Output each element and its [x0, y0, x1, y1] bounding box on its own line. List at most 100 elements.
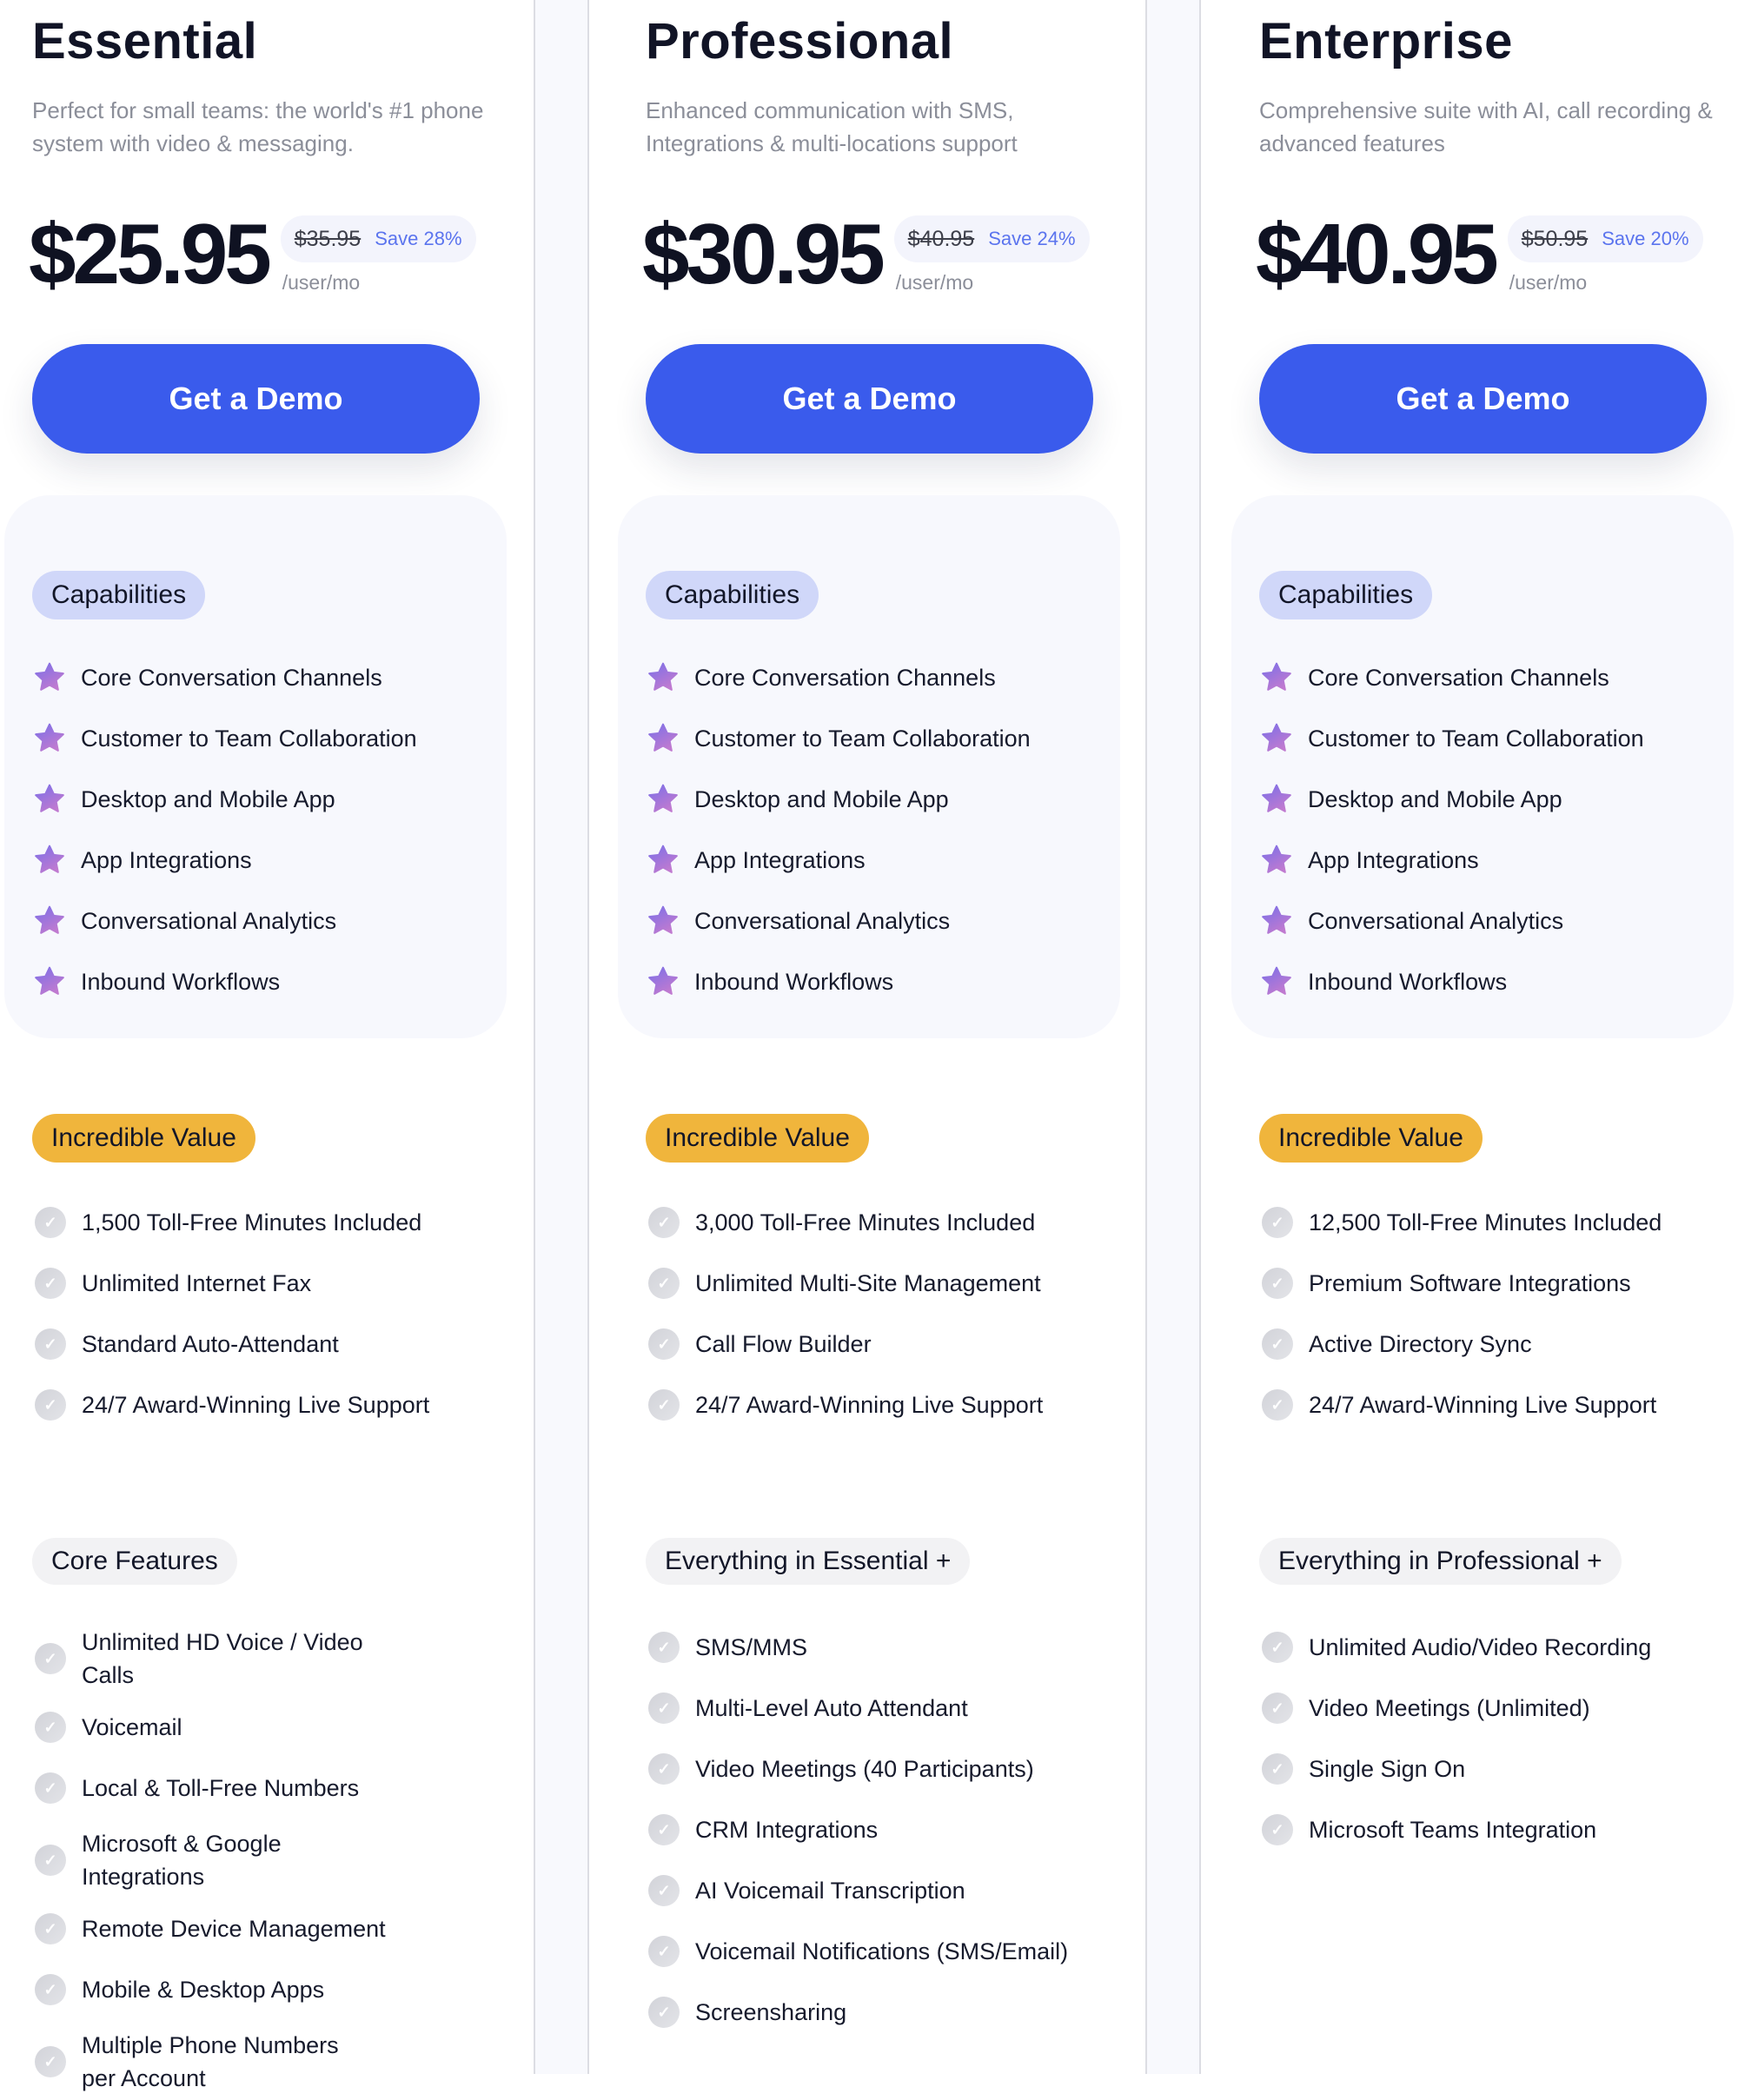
features-badge: Everything in Professional +	[1259, 1538, 1622, 1585]
column-divider	[534, 0, 589, 2074]
list-item-text: Multiple Phone Numbers per Account	[82, 2032, 339, 2091]
check-circle-icon: ✓	[35, 1389, 66, 1421]
star-icon	[1259, 843, 1294, 878]
list-item: Core Conversation Channels	[1259, 647, 1738, 708]
value-list: ✓ 1,500 Toll-Free Minutes Included ✓ Unlimi…	[32, 1192, 519, 1435]
plan-price: $30.95	[642, 206, 886, 301]
check-circle-icon: ✓	[35, 1328, 66, 1360]
check-circle-icon: ✓	[1262, 1389, 1293, 1421]
list-item: ✓ SMS/MMS	[646, 1617, 1132, 1678]
check-circle-icon: ✓	[35, 1643, 66, 1674]
check-circle-icon: ✓	[648, 1693, 680, 1724]
star-icon	[646, 721, 680, 756]
list-item: Core Conversation Channels	[32, 647, 519, 708]
check-circle-icon: ✓	[1262, 1693, 1293, 1724]
list-item-text: 1,500 Toll-Free Minutes Included	[82, 1209, 422, 1235]
star-icon	[646, 964, 680, 999]
list-item-text: CRM Integrations	[695, 1817, 879, 1843]
list-item-text: Conversational Analytics	[694, 908, 951, 934]
original-price: $50.95	[1521, 226, 1589, 251]
list-item-text: App Integrations	[694, 847, 866, 873]
list-item: ✓ Mobile & Desktop Apps	[32, 1959, 519, 2020]
list-item: ✓ 24/7 Award-Winning Live Support	[646, 1375, 1132, 1435]
list-item-text: Video Meetings (Unlimited)	[1309, 1695, 1590, 1721]
list-item: Desktop and Mobile App	[646, 769, 1132, 830]
list-item-text: Premium Software Integrations	[1309, 1270, 1631, 1296]
plan-price: $25.95	[29, 206, 272, 301]
check-circle-icon: ✓	[648, 1389, 680, 1421]
check-circle-icon: ✓	[35, 1913, 66, 1944]
list-item-text: Local & Toll-Free Numbers	[82, 1775, 360, 1801]
list-item-text: SMS/MMS	[695, 1634, 808, 1660]
plan-price: $40.95	[1256, 206, 1499, 301]
list-item-text: Desktop and Mobile App	[694, 786, 949, 812]
list-item-text: Video Meetings (40 Participants)	[695, 1756, 1034, 1782]
list-item: ✓ Voicemail	[32, 1697, 519, 1758]
check-circle-icon: ✓	[648, 1875, 680, 1906]
list-item: Customer to Team Collaboration	[32, 708, 519, 769]
star-icon	[32, 843, 67, 878]
plan-description: Enhanced communication with SMS, Integra…	[646, 97, 1018, 156]
check-circle-icon: ✓	[35, 1207, 66, 1238]
list-item: App Integrations	[646, 830, 1132, 891]
check-circle-icon: ✓	[648, 1814, 680, 1845]
star-icon	[32, 782, 67, 817]
list-item: ✓ Call Flow Builder	[646, 1314, 1132, 1375]
check-circle-icon: ✓	[648, 1268, 680, 1299]
check-circle-icon: ✓	[648, 1753, 680, 1785]
get-a-demo-button[interactable]: Get a Demo	[646, 344, 1093, 454]
list-item-text: Microsoft & Google Integrations	[82, 1831, 282, 1890]
list-item: ✓ Remote Device Management	[32, 1898, 519, 1959]
plan-card-professional: Professional Enhanced communication with…	[614, 0, 1152, 2074]
list-item: Customer to Team Collaboration	[646, 708, 1132, 769]
list-item-text: Core Conversation Channels	[81, 665, 382, 691]
star-icon	[32, 721, 67, 756]
list-item-text: App Integrations	[81, 847, 252, 873]
plan-description: Perfect for small teams: the world's #1 …	[32, 97, 484, 156]
list-item: ✓ Microsoft & Google Integrations	[32, 1822, 519, 1898]
get-a-demo-button[interactable]: Get a Demo	[32, 344, 480, 454]
price-unit: /user/mo	[1509, 271, 1588, 294]
value-list: ✓ 3,000 Toll-Free Minutes Included ✓ Unlimi…	[646, 1192, 1132, 1435]
discount-badge: $40.95 Save 24%	[893, 215, 1090, 262]
list-item: ✓ Multiple Phone Numbers per Account	[32, 2024, 519, 2100]
list-item: ✓ Local & Toll-Free Numbers	[32, 1758, 519, 1818]
list-item: Conversational Analytics	[1259, 891, 1738, 951]
column-divider	[1145, 0, 1201, 2074]
savings-label: Save 28%	[375, 228, 462, 249]
check-circle-icon: ✓	[35, 1845, 66, 1876]
star-icon	[646, 904, 680, 938]
list-item: App Integrations	[32, 830, 519, 891]
get-a-demo-button[interactable]: Get a Demo	[1259, 344, 1707, 454]
list-item: ✓ Video Meetings (Unlimited)	[1259, 1678, 1738, 1739]
list-item-text: Voicemail Notifications (SMS/Email)	[695, 1938, 1069, 1964]
list-item-text: Remote Device Management	[82, 1916, 386, 1942]
star-icon	[1259, 782, 1294, 817]
check-circle-icon: ✓	[648, 1207, 680, 1238]
check-circle-icon: ✓	[648, 1997, 680, 2028]
list-item: ✓ 12,500 Toll-Free Minutes Included	[1259, 1192, 1738, 1253]
list-item: App Integrations	[1259, 830, 1738, 891]
check-circle-icon: ✓	[35, 1712, 66, 1743]
list-item: ✓ CRM Integrations	[646, 1799, 1132, 1860]
list-item: ✓ Single Sign On	[1259, 1739, 1738, 1799]
capabilities-list: Core Conversation Channels Customer to Te…	[1259, 647, 1738, 1012]
list-item: ✓ Microsoft Teams Integration	[1259, 1799, 1738, 1860]
list-item: Desktop and Mobile App	[1259, 769, 1738, 830]
list-item-text: Multi-Level Auto Attendant	[695, 1695, 968, 1721]
features-badge: Core Features	[32, 1538, 237, 1585]
list-item-text: Inbound Workflows	[1308, 969, 1508, 995]
list-item: ✓ 3,000 Toll-Free Minutes Included	[646, 1192, 1132, 1253]
list-item: Customer to Team Collaboration	[1259, 708, 1738, 769]
list-item-text: 24/7 Award-Winning Live Support	[82, 1392, 430, 1418]
savings-label: Save 20%	[1602, 228, 1689, 249]
original-price: $40.95	[907, 226, 975, 251]
list-item-text: Unlimited Audio/Video Recording	[1309, 1634, 1652, 1660]
list-item: Core Conversation Channels	[646, 647, 1132, 708]
check-circle-icon: ✓	[1262, 1207, 1293, 1238]
features-badge: Everything in Essential +	[646, 1538, 971, 1585]
value-list: ✓ 12,500 Toll-Free Minutes Included ✓ Premi…	[1259, 1192, 1738, 1435]
list-item: ✓ Multi-Level Auto Attendant	[646, 1678, 1132, 1739]
list-item: ✓ 24/7 Award-Winning Live Support	[32, 1375, 519, 1435]
list-item: ✓ 1,500 Toll-Free Minutes Included	[32, 1192, 519, 1253]
